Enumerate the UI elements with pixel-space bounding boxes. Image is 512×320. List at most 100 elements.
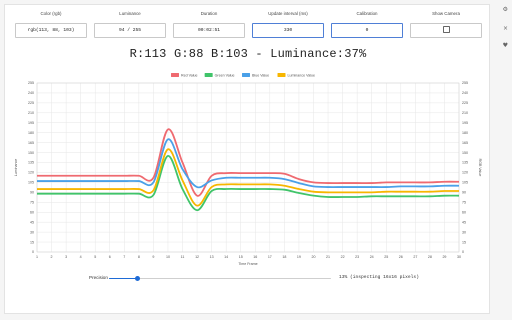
slider-track [109,277,331,280]
y2-tick-label: 0 [462,250,464,254]
x-tick-label: 27 [413,255,417,259]
x-tick-label: 1 [36,255,38,259]
series-line-blue-value [37,138,460,189]
y2-tick-label: 240 [462,91,468,95]
slider-fill [109,277,138,280]
status-readout: R:113 G:88 B:103 - Luminance:37% [129,47,367,61]
duration-label: Duration [200,11,218,16]
x-tick-label: 9 [152,255,154,259]
x-tick-label: 29 [442,255,446,259]
y-tick-label: 60 [30,210,34,214]
y-tick-label: 15 [30,240,34,244]
y2-tick-label: 30 [462,230,466,234]
x-axis-label: Time Frame [238,262,257,266]
color-value-box: rgb(113, 88, 103) [15,23,87,38]
luminance-chart: 0 015 1530 3045 4560 6075 7590 90105 105120 12013… [14,73,482,266]
y2-tick-label: 45 [462,220,466,224]
x-tick-label: 30 [457,255,461,259]
legend-label: Blue Value [252,73,269,77]
y-tick-label: 255 [28,81,34,85]
luminance-field: Luminance 94 / 255 [94,10,166,38]
y-tick-label: 150 [28,151,34,155]
calibration-label: Calibration [356,11,378,16]
heart-icon[interactable]: ♥ [503,42,508,49]
y2-tick-label: 180 [462,131,468,135]
y2-tick-label: 120 [462,171,468,175]
x-tick-label: 24 [370,255,374,259]
y-tick-label: 105 [28,181,34,185]
interval-field: Update interval (ms) 330 [252,10,324,38]
legend-swatch [171,73,179,77]
legend-label: Red Value [181,73,198,77]
duration-field: Duration 00:02:51 [173,10,245,38]
y-tick-label: 210 [28,111,34,115]
x-tick-label: 19 [297,255,301,259]
x-tick-label: 28 [428,255,432,259]
y-tick-label: 240 [28,91,34,95]
y2-tick-label: 165 [462,141,468,145]
y-tick-label: 120 [28,171,34,175]
plot-frame [36,82,460,253]
y-tick-label: 195 [28,121,34,125]
y2-tick-label: 225 [462,101,468,105]
x-tick-label: 14 [224,255,228,259]
x-tick-label: 11 [181,255,185,259]
x-tick-label: 10 [166,255,170,259]
precision-slider[interactable] [109,276,331,281]
y2-tick-label: 90 [462,191,466,195]
legend-swatch [242,73,250,77]
y2-tick-label: 210 [462,111,468,115]
y-tick-label: 180 [28,131,34,135]
camera-label: Show Camera [432,11,460,16]
legend-swatch [277,73,286,77]
y2-tick-label: 105 [462,181,468,185]
x-tick-label: 5 [94,255,96,259]
y2-axis-label: RGB Value [478,159,482,177]
main-panel: Color (rgb) rgb(113, 88, 103) Luminance … [4,4,490,314]
x-tick-label: 23 [355,255,359,259]
x-tick-label: 12 [195,255,199,259]
luminance-label: Luminance [119,11,141,16]
camera-toggle-box [410,23,482,38]
x-tick-label: 7 [123,255,125,259]
x-tick-label: 21 [326,255,330,259]
precision-label: Precision [89,275,108,280]
show-camera-checkbox[interactable] [442,26,450,34]
y-tick-label: 165 [28,141,34,145]
color-field: Color (rgb) rgb(113, 88, 103) [15,10,87,38]
duration-value-box: 00:02:51 [173,23,245,38]
x-tick-label: 17 [268,255,272,259]
y-axis-label: Luminance [14,159,18,177]
camera-field: Show Camera [410,10,482,38]
y-tick-label: 90 [30,191,34,195]
close-icon[interactable]: × [503,25,508,32]
precision-text: 13% (inspecting 16x16 pixels) [339,275,419,280]
interval-input[interactable]: 330 [252,23,324,38]
y2-tick-label: 75 [462,200,466,204]
y-tick-label: 135 [28,161,34,165]
y-tick-label: 45 [30,220,34,224]
x-tick-label: 26 [399,255,403,259]
y-tick-label: 30 [30,230,34,234]
x-tick-label: 16 [253,255,257,259]
calibration-input[interactable]: 0 [331,23,403,38]
y2-tick-label: 150 [462,151,468,155]
y2-tick-label: 255 [462,81,468,85]
legend-label: Luminance Value [288,73,316,77]
y2-tick-label: 195 [462,121,468,125]
luminance-value-box: 94 / 255 [94,23,166,38]
x-tick-label: 8 [138,255,140,259]
y-tick-label: 0 [32,250,34,254]
slider-thumb[interactable] [135,276,141,281]
x-tick-label: 4 [80,255,82,259]
x-tick-label: 3 [65,255,67,259]
legend-label: Green Value [215,73,235,77]
y2-tick-label: 15 [462,240,466,244]
x-tick-label: 18 [282,255,286,259]
y2-tick-label: 60 [462,210,466,214]
gear-icon[interactable]: ⚙ [503,6,508,13]
y2-tick-label: 135 [462,161,468,165]
x-tick-label: 6 [109,255,111,259]
x-tick-label: 25 [384,255,388,259]
calibration-field: Calibration 0 [331,10,403,38]
